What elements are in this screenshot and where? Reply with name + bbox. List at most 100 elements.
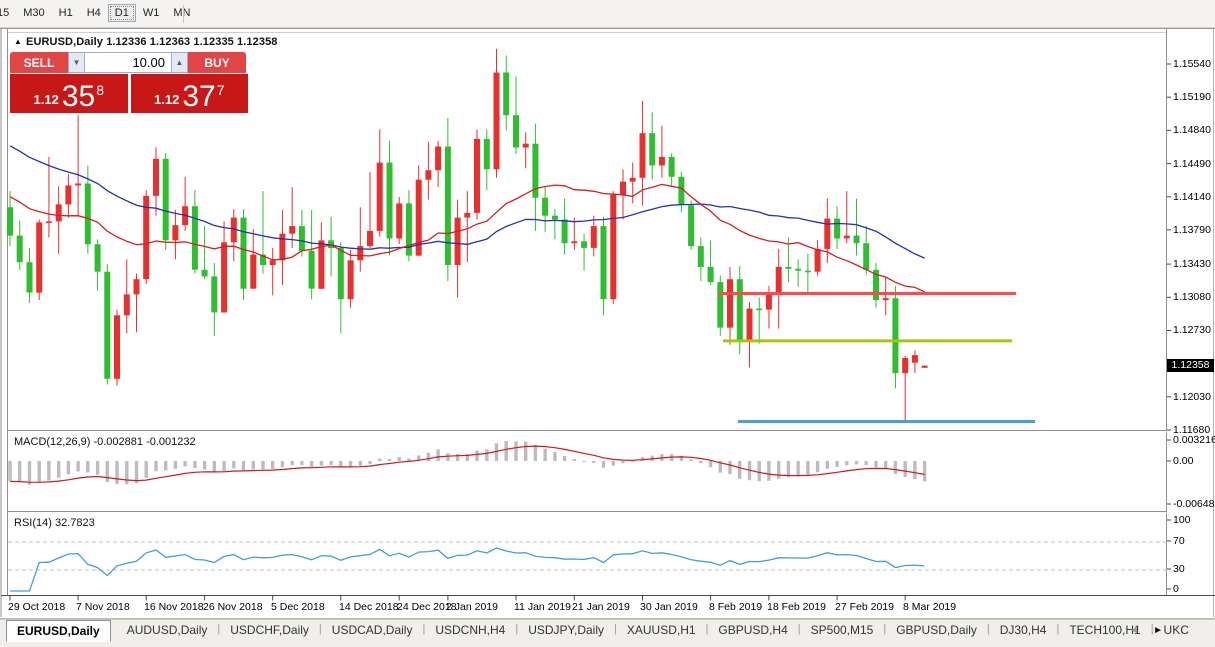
candle-body	[299, 226, 305, 251]
macd-histogram-bar	[602, 461, 605, 468]
macd-histogram-bar	[582, 461, 585, 462]
tab-usdchf-daily[interactable]: USDCHF,Daily	[220, 620, 319, 642]
chart-symbol-label: EURUSD,Daily	[26, 36, 103, 48]
tab-eurusd-daily[interactable]: EURUSD,Daily	[6, 620, 111, 642]
candle-body	[348, 260, 354, 299]
sell-button[interactable]: SELL	[10, 52, 68, 73]
candle-body	[124, 294, 130, 315]
macd-histogram-bar	[368, 461, 371, 464]
macd-histogram-bar	[884, 461, 887, 469]
macd-histogram-bar	[398, 457, 401, 461]
candle-body	[192, 206, 198, 270]
date-axis-label: 26 Nov 2018	[203, 601, 263, 613]
date-axis-label: 2 Jan 2019	[446, 601, 498, 613]
volume-input[interactable]	[85, 52, 171, 73]
candle-body	[95, 244, 101, 272]
macd-histogram-bar	[359, 461, 362, 466]
candle-body	[104, 272, 110, 379]
macd-histogram-bar	[67, 461, 70, 474]
candle-body	[455, 218, 461, 265]
price-scale-label: 1.14840	[1173, 124, 1215, 136]
candle-body	[250, 255, 256, 289]
date-axis-label: 16 Nov 2018	[144, 601, 204, 613]
macd-histogram-bar	[203, 461, 206, 470]
candle-body	[834, 219, 840, 239]
tabs-scroll-left-icon[interactable]: ◄	[1129, 625, 1139, 636]
sell-price-big-figure: 1.12	[34, 92, 59, 107]
tab-sp500-m15[interactable]: SP500,M15	[801, 620, 884, 642]
date-axis-label: 27 Feb 2019	[835, 601, 894, 613]
macd-histogram-bar	[514, 441, 517, 461]
macd-histogram-bar	[553, 452, 556, 461]
macd-histogram-bar	[291, 461, 294, 465]
date-axis-label: 11 Jan 2019	[514, 601, 571, 613]
price-scale-label: 1.12730	[1173, 324, 1215, 336]
candle-body	[36, 222, 42, 292]
buy-button[interactable]: BUY	[188, 52, 246, 73]
candle-body	[902, 358, 908, 373]
macd-histogram-bar	[106, 461, 109, 482]
macd-histogram-bar	[475, 451, 478, 462]
candle-body	[747, 309, 753, 341]
date-axis-label: 8 Feb 2019	[709, 601, 762, 613]
tab-xauusd-h1[interactable]: XAUUSD,H1	[617, 620, 706, 642]
candle-body	[542, 198, 548, 216]
macd-histogram-bar	[758, 461, 761, 481]
buy-price[interactable]: 1.12 37 7	[131, 74, 249, 113]
candle-body	[912, 355, 918, 363]
macd-scale-label: -0.006485	[1173, 498, 1215, 510]
macd-histogram-bar	[281, 461, 284, 467]
candle-body	[221, 242, 227, 312]
candle-body	[7, 207, 13, 235]
sell-price[interactable]: 1.12 35 8	[10, 74, 128, 113]
candle-body	[795, 269, 801, 271]
chart-ohlc-values: 1.12336 1.12363 1.12335 1.12358	[106, 36, 277, 48]
macd-histogram-bar	[855, 461, 858, 464]
candle-body	[630, 178, 636, 182]
tab-gbpusd-daily[interactable]: GBPUSD,Daily	[886, 620, 987, 642]
macd-histogram-bar	[145, 461, 148, 478]
candle-body	[844, 236, 850, 239]
price-scale-label: 1.13790	[1173, 224, 1215, 236]
candle-body	[805, 271, 811, 273]
macd-histogram-bar	[183, 461, 186, 466]
macd-histogram-bar	[329, 461, 332, 465]
macd-histogram-bar	[96, 461, 99, 475]
macd-histogram-bar	[164, 461, 167, 470]
candle-body	[289, 226, 295, 234]
candle-body	[65, 185, 71, 204]
volume-decrease-button[interactable]: ▼	[68, 52, 85, 73]
candle-body	[163, 159, 169, 241]
tabs-scroll-right-icon[interactable]: ►	[1153, 625, 1163, 636]
candle-body	[241, 218, 247, 289]
tab-usdcnh-h4[interactable]: USDCNH,H4	[425, 620, 515, 642]
macd-scale-label: 0.003216	[1173, 434, 1215, 446]
candle-body	[785, 267, 791, 269]
macd-histogram-bar	[709, 461, 712, 467]
tab-usdcad-daily[interactable]: USDCAD,Daily	[322, 620, 423, 642]
candle-body	[854, 236, 860, 244]
volume-increase-button[interactable]: ▲	[171, 52, 188, 73]
rsi-scale-label: 0	[1173, 583, 1215, 595]
candle-body	[75, 184, 81, 186]
date-axis-label: 18 Feb 2019	[767, 601, 826, 613]
macd-histogram-bar	[76, 461, 79, 472]
macd-histogram-bar	[8, 461, 11, 481]
macd-histogram-bar	[767, 461, 770, 481]
macd-histogram-bar	[436, 449, 439, 461]
tab-gbpusd-h4[interactable]: GBPUSD,H4	[708, 620, 797, 642]
macd-histogram-bar	[388, 459, 391, 461]
macd-histogram-bar	[213, 461, 216, 473]
macd-histogram-bar	[300, 461, 303, 465]
candle-body	[309, 251, 315, 289]
price-scale-label: 1.12030	[1173, 391, 1215, 403]
macd-histogram-bar	[728, 461, 731, 474]
macd-histogram-bar	[913, 461, 916, 479]
candle-body	[17, 236, 23, 263]
candle-body	[270, 260, 276, 265]
candle-body	[377, 163, 383, 231]
macd-histogram-bar	[38, 461, 41, 483]
tab-audusd-daily[interactable]: AUDUSD,Daily	[117, 620, 218, 642]
tab-dj30-h4[interactable]: DJ30,H4	[990, 620, 1057, 642]
tab-usdjpy-daily[interactable]: USDJPY,Daily	[518, 620, 614, 642]
